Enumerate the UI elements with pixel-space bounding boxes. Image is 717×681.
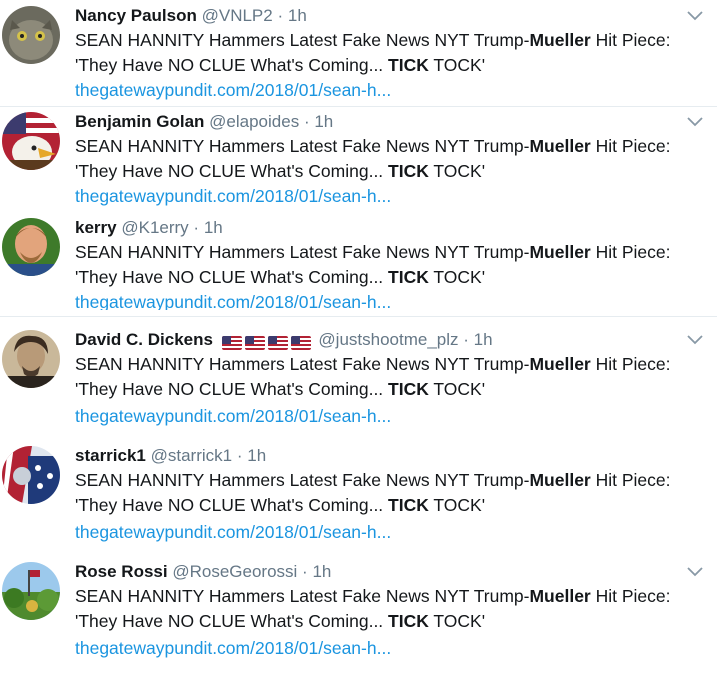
chevron-down-icon[interactable] (687, 567, 703, 577)
user-name[interactable]: starrick1 (75, 446, 146, 465)
separator-dot: · (277, 6, 284, 25)
timestamp[interactable]: 1h (288, 6, 307, 25)
tweet-text: SEAN HANNITY Hammers Latest Fake News NY… (75, 242, 671, 287)
separator-dot: · (236, 446, 243, 465)
divider (0, 316, 717, 317)
chevron-down-icon[interactable] (687, 11, 703, 21)
timestamp[interactable]: 1h (312, 562, 331, 581)
user-name[interactable]: Nancy Paulson (75, 6, 197, 25)
timestamp[interactable]: 1h (247, 446, 266, 465)
tweet-link[interactable]: thegatewaypundit.com/2018/01/sean-h... (75, 636, 391, 660)
tweet-text: SEAN HANNITY Hammers Latest Fake News NY… (75, 470, 671, 515)
user-handle[interactable]: @justshootme_plz (318, 330, 458, 349)
user-handle[interactable]: @elapoides (209, 112, 299, 131)
tweet-text: SEAN HANNITY Hammers Latest Fake News NY… (75, 136, 671, 181)
tweet-header: kerry @K1erry · 1h (75, 216, 223, 240)
user-handle[interactable]: @starrick1 (151, 446, 233, 465)
chevron-down-icon[interactable] (687, 335, 703, 345)
tweet-link[interactable]: thegatewaypundit.com/2018/01/sean-h... (75, 520, 391, 544)
tweet-header: David C. Dickens @justshootme_plz · 1h (75, 328, 493, 352)
tweet-text: SEAN HANNITY Hammers Latest Fake News NY… (75, 586, 671, 631)
tweet-link[interactable]: thegatewaypundit.com/2018/01/sean-h... (75, 78, 391, 102)
separator-dot: · (302, 562, 308, 581)
timestamp[interactable]: 1h (474, 330, 493, 349)
avatar[interactable] (2, 218, 60, 276)
tweet-link[interactable]: thegatewaypundit.com/2018/01/sean-h... (75, 290, 391, 310)
us-flag-icon (244, 335, 265, 350)
avatar[interactable] (2, 446, 60, 504)
user-handle[interactable]: @RoseGeorossi (172, 562, 297, 581)
user-name[interactable]: Rose Rossi (75, 562, 168, 581)
timestamp[interactable]: 1h (204, 218, 223, 237)
user-name[interactable]: David C. Dickens (75, 330, 213, 349)
tweet-header: Benjamin Golan @elapoides · 1h (75, 110, 333, 134)
us-flag-icon (221, 335, 242, 350)
chevron-down-icon[interactable] (687, 117, 703, 127)
timestamp[interactable]: 1h (314, 112, 333, 131)
avatar[interactable] (2, 6, 60, 64)
separator-dot: · (193, 218, 200, 237)
user-name[interactable]: kerry (75, 218, 117, 237)
separator-dot: · (303, 112, 310, 131)
tweet-link[interactable]: thegatewaypundit.com/2018/01/sean-h... (75, 184, 391, 208)
tweet-header: Rose Rossi @RoseGeorossi · 1h (75, 560, 331, 584)
avatar[interactable] (2, 112, 60, 170)
avatar[interactable] (2, 562, 60, 620)
us-flag-icon (267, 335, 288, 350)
tweet-header: Nancy Paulson @VNLP2 · 1h (75, 4, 307, 28)
user-name[interactable]: Benjamin Golan (75, 112, 204, 131)
user-handle[interactable]: @VNLP2 (202, 6, 273, 25)
separator-dot: · (463, 330, 469, 349)
us-flag-icon (290, 335, 311, 350)
tweet-text: SEAN HANNITY Hammers Latest Fake News NY… (75, 30, 671, 75)
divider (0, 106, 717, 107)
flag-emoji-group (221, 330, 314, 354)
user-handle[interactable]: @K1erry (121, 218, 188, 237)
avatar[interactable] (2, 330, 60, 388)
tweet-link[interactable]: thegatewaypundit.com/2018/01/sean-h... (75, 404, 391, 428)
tweet-text: SEAN HANNITY Hammers Latest Fake News NY… (75, 354, 671, 399)
tweet-header: starrick1 @starrick1 · 1h (75, 444, 266, 468)
